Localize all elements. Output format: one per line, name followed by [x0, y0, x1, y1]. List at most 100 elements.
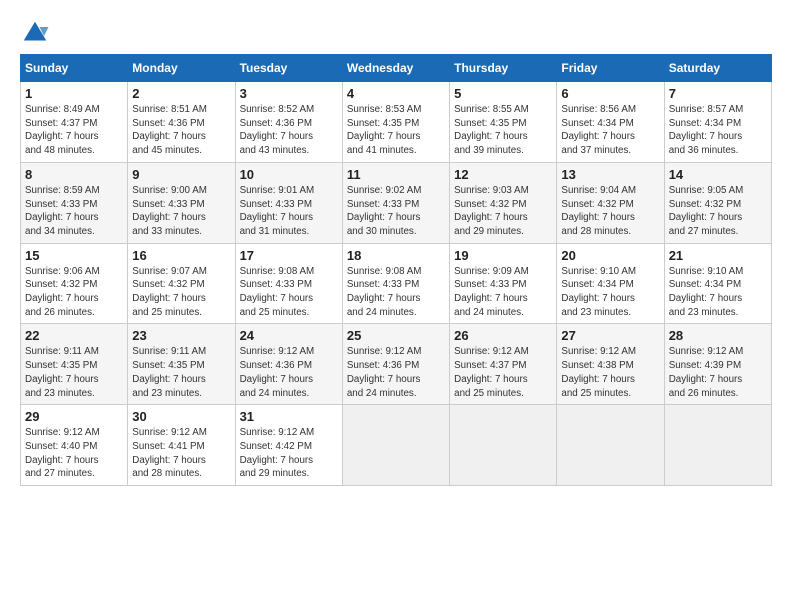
- day-info: Sunrise: 8:49 AM Sunset: 4:37 PM Dayligh…: [25, 103, 123, 158]
- calendar-cell: [557, 405, 664, 486]
- day-info: Sunrise: 8:51 AM Sunset: 4:36 PM Dayligh…: [132, 103, 230, 158]
- calendar-body: 1 Sunrise: 8:49 AM Sunset: 4:37 PM Daylig…: [21, 82, 772, 486]
- day-info: Sunrise: 9:00 AM Sunset: 4:33 PM Dayligh…: [132, 184, 230, 239]
- day-number: 11: [347, 167, 445, 182]
- calendar-cell: 18 Sunrise: 9:08 AM Sunset: 4:33 PM Dayli…: [342, 243, 449, 324]
- header-row-days: SundayMondayTuesdayWednesdayThursdayFrid…: [21, 55, 772, 82]
- day-number: 28: [669, 328, 767, 343]
- header-day-monday: Monday: [128, 55, 235, 82]
- calendar-cell: 19 Sunrise: 9:09 AM Sunset: 4:33 PM Dayli…: [450, 243, 557, 324]
- header-day-tuesday: Tuesday: [235, 55, 342, 82]
- calendar-week-3: 15 Sunrise: 9:06 AM Sunset: 4:32 PM Dayli…: [21, 243, 772, 324]
- calendar-cell: [342, 405, 449, 486]
- day-number: 14: [669, 167, 767, 182]
- day-number: 25: [347, 328, 445, 343]
- day-info: Sunrise: 9:04 AM Sunset: 4:32 PM Dayligh…: [561, 184, 659, 239]
- calendar-cell: 13Sunrise: 9:04 AM Sunset: 4:32 PM Dayli…: [557, 162, 664, 243]
- day-number: 27: [561, 328, 659, 343]
- day-number: 15: [25, 248, 123, 263]
- day-info: Sunrise: 9:02 AM Sunset: 4:33 PM Dayligh…: [347, 184, 445, 239]
- day-number: 21: [669, 248, 767, 263]
- day-number: 22: [25, 328, 123, 343]
- day-number: 20: [561, 248, 659, 263]
- calendar-week-4: 22 Sunrise: 9:11 AM Sunset: 4:35 PM Dayli…: [21, 324, 772, 405]
- day-number: 2: [132, 86, 230, 101]
- day-info: Sunrise: 9:08 AM Sunset: 4:33 PM Dayligh…: [347, 265, 445, 320]
- calendar-cell: 27Sunrise: 9:12 AM Sunset: 4:38 PM Dayli…: [557, 324, 664, 405]
- day-info: Sunrise: 9:01 AM Sunset: 4:33 PM Dayligh…: [240, 184, 338, 239]
- day-info: Sunrise: 9:12 AM Sunset: 4:42 PM Dayligh…: [240, 426, 338, 481]
- calendar-week-5: 29Sunrise: 9:12 AM Sunset: 4:40 PM Dayli…: [21, 405, 772, 486]
- day-number: 8: [25, 167, 123, 182]
- calendar-cell: 4 Sunrise: 8:53 AM Sunset: 4:35 PM Daylig…: [342, 82, 449, 163]
- calendar-cell: 5 Sunrise: 8:55 AM Sunset: 4:35 PM Daylig…: [450, 82, 557, 163]
- day-number: 6: [561, 86, 659, 101]
- day-number: 17: [240, 248, 338, 263]
- day-info: Sunrise: 8:56 AM Sunset: 4:34 PM Dayligh…: [561, 103, 659, 158]
- calendar-cell: 24Sunrise: 9:12 AM Sunset: 4:36 PM Dayli…: [235, 324, 342, 405]
- day-number: 23: [132, 328, 230, 343]
- day-number: 5: [454, 86, 552, 101]
- calendar-header: SundayMondayTuesdayWednesdayThursdayFrid…: [21, 55, 772, 82]
- day-number: 18: [347, 248, 445, 263]
- day-info: Sunrise: 9:10 AM Sunset: 4:34 PM Dayligh…: [561, 265, 659, 320]
- day-number: 7: [669, 86, 767, 101]
- day-number: 16: [132, 248, 230, 263]
- calendar-table: SundayMondayTuesdayWednesdayThursdayFrid…: [20, 54, 772, 486]
- day-info: Sunrise: 9:09 AM Sunset: 4:33 PM Dayligh…: [454, 265, 552, 320]
- day-info: Sunrise: 9:11 AM Sunset: 4:35 PM Dayligh…: [132, 345, 230, 400]
- calendar-cell: 8Sunrise: 8:59 AM Sunset: 4:33 PM Daylig…: [21, 162, 128, 243]
- day-info: Sunrise: 9:12 AM Sunset: 4:40 PM Dayligh…: [25, 426, 123, 481]
- header-day-friday: Friday: [557, 55, 664, 82]
- calendar-cell: 29Sunrise: 9:12 AM Sunset: 4:40 PM Dayli…: [21, 405, 128, 486]
- day-info: Sunrise: 9:12 AM Sunset: 4:39 PM Dayligh…: [669, 345, 767, 400]
- day-info: Sunrise: 9:11 AM Sunset: 4:35 PM Dayligh…: [25, 345, 123, 400]
- logo-icon: [20, 18, 50, 48]
- day-number: 1: [25, 86, 123, 101]
- day-info: Sunrise: 9:10 AM Sunset: 4:34 PM Dayligh…: [669, 265, 767, 320]
- day-info: Sunrise: 9:12 AM Sunset: 4:36 PM Dayligh…: [240, 345, 338, 400]
- day-info: Sunrise: 9:12 AM Sunset: 4:37 PM Dayligh…: [454, 345, 552, 400]
- calendar-cell: [450, 405, 557, 486]
- calendar-cell: 15 Sunrise: 9:06 AM Sunset: 4:32 PM Dayli…: [21, 243, 128, 324]
- calendar-cell: 2 Sunrise: 8:51 AM Sunset: 4:36 PM Daylig…: [128, 82, 235, 163]
- calendar-cell: 31 Sunrise: 9:12 AM Sunset: 4:42 PM Dayli…: [235, 405, 342, 486]
- day-info: Sunrise: 8:55 AM Sunset: 4:35 PM Dayligh…: [454, 103, 552, 158]
- logo: [20, 18, 54, 48]
- day-info: Sunrise: 8:53 AM Sunset: 4:35 PM Dayligh…: [347, 103, 445, 158]
- day-info: Sunrise: 9:12 AM Sunset: 4:41 PM Dayligh…: [132, 426, 230, 481]
- header-row: [20, 18, 772, 48]
- day-info: Sunrise: 8:57 AM Sunset: 4:34 PM Dayligh…: [669, 103, 767, 158]
- calendar-cell: 12Sunrise: 9:03 AM Sunset: 4:32 PM Dayli…: [450, 162, 557, 243]
- calendar-cell: 14 Sunrise: 9:05 AM Sunset: 4:32 PM Dayli…: [664, 162, 771, 243]
- calendar-cell: 28 Sunrise: 9:12 AM Sunset: 4:39 PM Dayli…: [664, 324, 771, 405]
- calendar-week-1: 1 Sunrise: 8:49 AM Sunset: 4:37 PM Daylig…: [21, 82, 772, 163]
- day-info: Sunrise: 9:12 AM Sunset: 4:36 PM Dayligh…: [347, 345, 445, 400]
- calendar-cell: 25 Sunrise: 9:12 AM Sunset: 4:36 PM Dayli…: [342, 324, 449, 405]
- calendar-cell: 22 Sunrise: 9:11 AM Sunset: 4:35 PM Dayli…: [21, 324, 128, 405]
- calendar-cell: 1 Sunrise: 8:49 AM Sunset: 4:37 PM Daylig…: [21, 82, 128, 163]
- calendar-cell: 21 Sunrise: 9:10 AM Sunset: 4:34 PM Dayli…: [664, 243, 771, 324]
- day-number: 19: [454, 248, 552, 263]
- day-number: 31: [240, 409, 338, 424]
- day-number: 4: [347, 86, 445, 101]
- header-day-sunday: Sunday: [21, 55, 128, 82]
- calendar-cell: 23 Sunrise: 9:11 AM Sunset: 4:35 PM Dayli…: [128, 324, 235, 405]
- day-info: Sunrise: 9:08 AM Sunset: 4:33 PM Dayligh…: [240, 265, 338, 320]
- calendar-cell: 6 Sunrise: 8:56 AM Sunset: 4:34 PM Daylig…: [557, 82, 664, 163]
- calendar-cell: 26 Sunrise: 9:12 AM Sunset: 4:37 PM Dayli…: [450, 324, 557, 405]
- main-container: SundayMondayTuesdayWednesdayThursdayFrid…: [0, 0, 792, 496]
- calendar-week-2: 8Sunrise: 8:59 AM Sunset: 4:33 PM Daylig…: [21, 162, 772, 243]
- day-number: 10: [240, 167, 338, 182]
- day-number: 26: [454, 328, 552, 343]
- day-info: Sunrise: 9:05 AM Sunset: 4:32 PM Dayligh…: [669, 184, 767, 239]
- day-info: Sunrise: 8:52 AM Sunset: 4:36 PM Dayligh…: [240, 103, 338, 158]
- day-info: Sunrise: 9:06 AM Sunset: 4:32 PM Dayligh…: [25, 265, 123, 320]
- calendar-cell: 17 Sunrise: 9:08 AM Sunset: 4:33 PM Dayli…: [235, 243, 342, 324]
- calendar-cell: 10 Sunrise: 9:01 AM Sunset: 4:33 PM Dayli…: [235, 162, 342, 243]
- calendar-cell: 11 Sunrise: 9:02 AM Sunset: 4:33 PM Dayli…: [342, 162, 449, 243]
- calendar-cell: 3Sunrise: 8:52 AM Sunset: 4:36 PM Daylig…: [235, 82, 342, 163]
- day-number: 9: [132, 167, 230, 182]
- calendar-cell: 20 Sunrise: 9:10 AM Sunset: 4:34 PM Dayli…: [557, 243, 664, 324]
- header-day-wednesday: Wednesday: [342, 55, 449, 82]
